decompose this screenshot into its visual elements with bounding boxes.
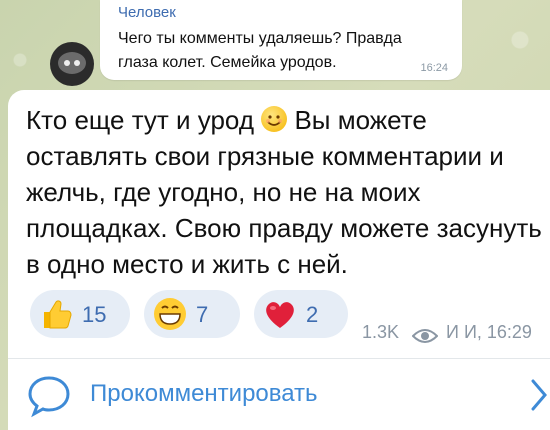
reaction-count: 7 [196, 302, 209, 327]
reaction-grinning-face[interactable]: 7 [144, 290, 240, 338]
avatar-eye [64, 60, 70, 66]
red-heart-icon [266, 302, 294, 328]
reaction-red-heart[interactable]: 2 [254, 290, 348, 338]
reaction-thumbs-up[interactable]: 15 [30, 290, 130, 338]
reply-text-line: Чего ты комменты удаляешь? Правда [118, 30, 402, 47]
grinning-face-icon [154, 298, 186, 330]
view-count: 1.3K [362, 322, 400, 342]
comment-button[interactable]: Прокомментировать [90, 380, 318, 408]
reaction-count: 2 [306, 302, 319, 327]
channel-post-bubble[interactable]: Кто еще тут и урод Вы можете оставлять с… [8, 90, 550, 430]
divider [8, 358, 550, 359]
chevron-right-icon[interactable] [530, 378, 548, 412]
reply-author-name[interactable]: Человек [118, 4, 176, 21]
comment-bubble-icon[interactable] [26, 374, 72, 418]
avatar-eye [74, 60, 80, 66]
eye-icon [412, 329, 438, 343]
thumbs-up-icon [44, 300, 72, 329]
avatar-image [58, 52, 86, 74]
reaction-count: 15 [82, 302, 107, 327]
post-text-part: Кто еще тут и урод [26, 105, 262, 135]
smiling-face-icon [261, 106, 288, 132]
reply-message-bubble[interactable]: Человек Чего ты комменты удаляешь? Правд… [100, 0, 462, 80]
avatar[interactable] [50, 42, 94, 86]
post-signature-time: И И, 16:29 [446, 322, 532, 342]
post-text: Кто еще тут и урод Вы можете оставлять с… [26, 102, 546, 282]
reply-timestamp: 16:24 [420, 62, 448, 74]
reply-text-line: глаза колет. Семейка уродов. [118, 54, 337, 71]
